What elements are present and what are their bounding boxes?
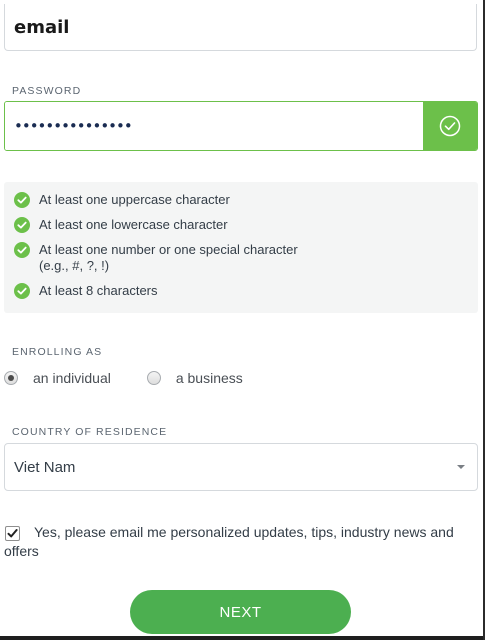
requirement-subtext: (e.g., #, ?, !) <box>39 258 110 273</box>
requirement-item: At least one number or one special chara… <box>14 242 468 274</box>
requirement-text: At least one uppercase character <box>39 192 230 207</box>
radio-individual[interactable] <box>4 371 18 385</box>
radio-business-label[interactable]: a business <box>176 370 243 386</box>
requirement-text-group: At least one number or one special chara… <box>39 242 298 274</box>
password-input[interactable] <box>5 102 423 150</box>
radio-individual-label[interactable]: an individual <box>33 370 111 386</box>
country-label: COUNTRY OF RESIDENCE <box>12 426 168 438</box>
checkmark-icon <box>7 529 18 538</box>
requirement-text: At least one number or one special chara… <box>39 242 298 257</box>
requirement-text: At least one lowercase character <box>39 217 228 232</box>
requirement-text: At least 8 characters <box>39 283 158 298</box>
password-valid-indicator <box>423 102 477 150</box>
email-consent: Yes, please email me personalized update… <box>4 523 474 561</box>
password-label: PASSWORD <box>12 85 82 97</box>
country-select[interactable]: Viet Nam <box>4 443 478 491</box>
email-value: email <box>14 16 70 38</box>
password-field-wrapper <box>4 101 478 151</box>
country-select-value: Viet Nam <box>14 458 76 476</box>
check-circle-icon <box>14 217 30 233</box>
enrolling-as-label: ENROLLING AS <box>12 346 103 358</box>
bottom-divider <box>0 636 483 640</box>
chevron-down-icon <box>457 465 465 469</box>
requirement-item: At least 8 characters <box>14 283 468 299</box>
email-consent-text: Yes, please email me personalized update… <box>4 524 454 559</box>
email-field[interactable]: email <box>4 4 477 51</box>
check-circle-icon <box>439 115 461 137</box>
enrolling-as-options: an individual a business <box>4 370 243 386</box>
check-circle-icon <box>14 192 30 208</box>
requirement-item: At least one lowercase character <box>14 217 468 233</box>
requirement-item: At least one uppercase character <box>14 192 468 208</box>
check-circle-icon <box>14 242 30 258</box>
radio-business[interactable] <box>146 371 161 385</box>
next-button[interactable]: NEXT <box>130 590 351 634</box>
password-requirements: At least one uppercase character At leas… <box>4 182 478 313</box>
check-circle-icon <box>14 283 30 299</box>
email-consent-checkbox[interactable] <box>5 526 20 541</box>
